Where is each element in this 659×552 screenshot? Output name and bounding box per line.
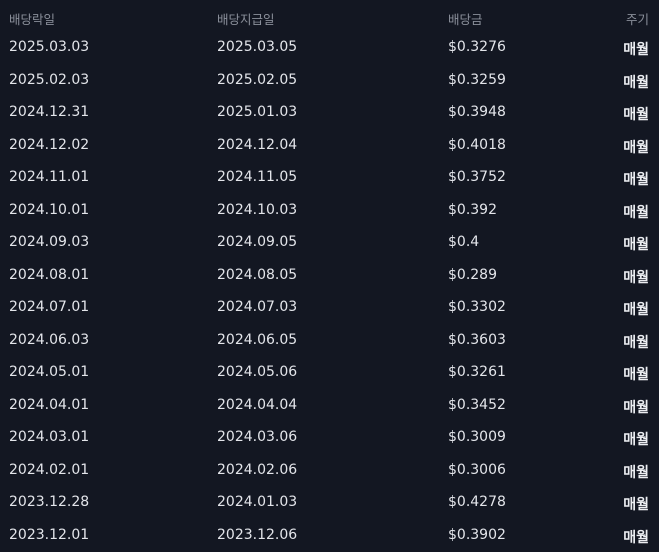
pay-date-cell: 2024.05.06 xyxy=(217,364,297,380)
ex-date-cell: 2024.08.01 xyxy=(9,267,89,283)
frequency-cell: 매월 xyxy=(623,527,649,547)
table-row: 2024.08.01 2024.08.05 $0.289 매월 xyxy=(0,260,659,293)
amount-cell: $0.4278 xyxy=(448,494,506,510)
pay-date-cell: 2024.09.05 xyxy=(217,234,297,250)
pay-date-cell: 2024.10.03 xyxy=(217,202,297,218)
pay-date-cell: 2024.02.06 xyxy=(217,462,297,478)
pay-date-cell: 2024.12.04 xyxy=(217,137,297,153)
frequency-cell: 매월 xyxy=(623,234,649,254)
ex-date-cell: 2024.02.01 xyxy=(9,462,89,478)
pay-date-cell: 2025.02.05 xyxy=(217,72,297,88)
amount-cell: $0.3276 xyxy=(448,39,506,55)
amount-cell: $0.3752 xyxy=(448,169,506,185)
amount-cell: $0.3302 xyxy=(448,299,506,315)
frequency-cell: 매월 xyxy=(623,364,649,384)
amount-cell: $0.289 xyxy=(448,267,497,283)
ex-date-cell: 2024.03.01 xyxy=(9,429,89,445)
amount-cell: $0.3452 xyxy=(448,397,506,413)
table-row: 2023.12.01 2023.12.06 $0.3902 매월 xyxy=(0,520,659,552)
header-ex-date: 배당락일 xyxy=(9,9,55,28)
frequency-cell: 매월 xyxy=(623,72,649,92)
table-row: 2024.09.03 2024.09.05 $0.4 매월 xyxy=(0,227,659,260)
table-row: 2024.06.03 2024.06.05 $0.3603 매월 xyxy=(0,325,659,358)
pay-date-cell: 2025.03.05 xyxy=(217,39,297,55)
ex-date-cell: 2023.12.28 xyxy=(9,494,89,510)
table-row: 2024.11.01 2024.11.05 $0.3752 매월 xyxy=(0,162,659,195)
table-row: 2024.10.01 2024.10.03 $0.392 매월 xyxy=(0,195,659,228)
table-row: 2025.02.03 2025.02.05 $0.3259 매월 xyxy=(0,65,659,98)
pay-date-cell: 2024.08.05 xyxy=(217,267,297,283)
ex-date-cell: 2024.11.01 xyxy=(9,169,89,185)
pay-date-cell: 2023.12.06 xyxy=(217,527,297,543)
ex-date-cell: 2024.12.31 xyxy=(9,104,89,120)
ex-date-cell: 2025.02.03 xyxy=(9,72,89,88)
amount-cell: $0.4018 xyxy=(448,137,506,153)
ex-date-cell: 2025.03.03 xyxy=(9,39,89,55)
frequency-cell: 매월 xyxy=(623,39,649,59)
table-row: 2024.03.01 2024.03.06 $0.3009 매월 xyxy=(0,422,659,455)
frequency-cell: 매월 xyxy=(623,494,649,514)
amount-cell: $0.3009 xyxy=(448,429,506,445)
amount-cell: $0.3603 xyxy=(448,332,506,348)
table-row: 2024.12.31 2025.01.03 $0.3948 매월 xyxy=(0,97,659,130)
frequency-cell: 매월 xyxy=(623,332,649,352)
amount-cell: $0.3006 xyxy=(448,462,506,478)
amount-cell: $0.3948 xyxy=(448,104,506,120)
frequency-cell: 매월 xyxy=(623,462,649,482)
pay-date-cell: 2024.01.03 xyxy=(217,494,297,510)
ex-date-cell: 2024.05.01 xyxy=(9,364,89,380)
frequency-cell: 매월 xyxy=(623,202,649,222)
frequency-cell: 매월 xyxy=(623,169,649,189)
amount-cell: $0.392 xyxy=(448,202,497,218)
pay-date-cell: 2024.03.06 xyxy=(217,429,297,445)
frequency-cell: 매월 xyxy=(623,267,649,287)
frequency-cell: 매월 xyxy=(623,137,649,157)
ex-date-cell: 2024.06.03 xyxy=(9,332,89,348)
table-body: 2025.03.032025.03.05$0.3276매월2025.02.032… xyxy=(0,32,659,552)
ex-date-cell: 2024.07.01 xyxy=(9,299,89,315)
table-row: 2024.05.01 2024.05.06 $0.3261 매월 xyxy=(0,357,659,390)
table-header: 배당락일 배당지급일 배당금 주기 xyxy=(0,0,659,32)
table-row: 2024.04.01 2024.04.04 $0.3452 매월 xyxy=(0,390,659,423)
ex-date-cell: 2023.12.01 xyxy=(9,527,89,543)
amount-cell: $0.3259 xyxy=(448,72,506,88)
ex-date-cell: 2024.04.01 xyxy=(9,397,89,413)
dividend-history-table: 배당락일 배당지급일 배당금 주기 2025.03.03 2025.03.05 $0… xyxy=(0,0,659,549)
frequency-cell: 매월 xyxy=(623,429,649,449)
header-frequency: 주기 xyxy=(626,9,649,28)
header-pay-date: 배당지급일 xyxy=(217,9,275,28)
ex-date-cell: 2024.10.01 xyxy=(9,202,89,218)
pay-date-cell: 2024.06.05 xyxy=(217,332,297,348)
amount-cell: $0.3261 xyxy=(448,364,506,380)
frequency-cell: 매월 xyxy=(623,104,649,124)
frequency-cell: 매월 xyxy=(623,299,649,319)
ex-date-cell: 2024.09.03 xyxy=(9,234,89,250)
pay-date-cell: 2024.07.03 xyxy=(217,299,297,315)
ex-date-cell: 2024.12.02 xyxy=(9,137,89,153)
table-row: 2025.03.03 2025.03.05 $0.3276 매월 xyxy=(0,32,659,65)
pay-date-cell: 2024.11.05 xyxy=(217,169,297,185)
frequency-cell: 매월 xyxy=(623,397,649,417)
amount-cell: $0.3902 xyxy=(448,527,506,543)
pay-date-cell: 2024.04.04 xyxy=(217,397,297,413)
table-row: 2024.02.01 2024.02.06 $0.3006 매월 xyxy=(0,455,659,488)
table-row: 2023.12.28 2024.01.03 $0.4278 매월 xyxy=(0,487,659,520)
amount-cell: $0.4 xyxy=(448,234,479,250)
pay-date-cell: 2025.01.03 xyxy=(217,104,297,120)
table-row: 2024.12.02 2024.12.04 $0.4018 매월 xyxy=(0,130,659,163)
header-amount: 배당금 xyxy=(448,9,483,28)
table-row: 2024.07.01 2024.07.03 $0.3302 매월 xyxy=(0,292,659,325)
